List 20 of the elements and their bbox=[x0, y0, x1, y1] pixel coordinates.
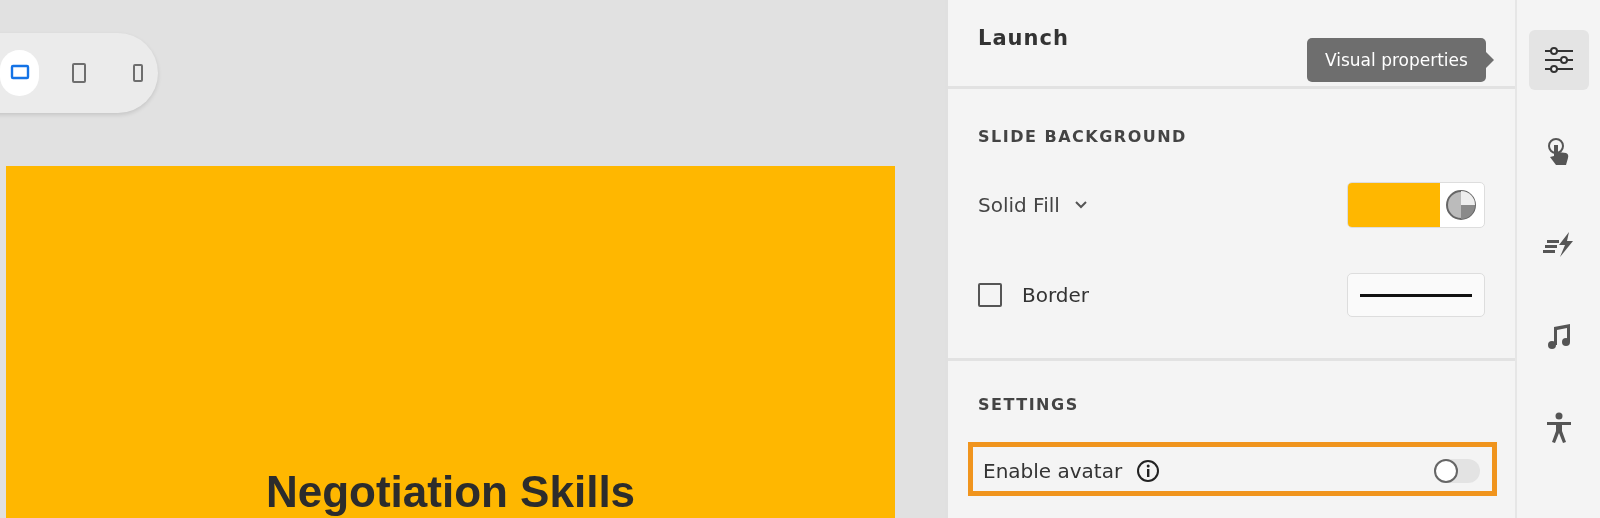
lightning-icon bbox=[1542, 230, 1575, 258]
desktop-view-button[interactable] bbox=[0, 50, 40, 96]
section-heading: SLIDE BACKGROUND bbox=[978, 127, 1188, 146]
border-label: Border bbox=[1022, 283, 1090, 307]
section-heading: SETTINGS bbox=[978, 395, 1080, 414]
sliders-panel-button[interactable] bbox=[1528, 30, 1589, 90]
fill-type-dropdown[interactable]: Solid Fill bbox=[978, 193, 1088, 217]
tooltip-pointer-icon bbox=[1485, 52, 1494, 68]
color-swatch[interactable] bbox=[1347, 182, 1485, 228]
chevron-down-icon bbox=[1073, 200, 1088, 210]
tooltip: Visual properties bbox=[1307, 38, 1486, 82]
color-wheel-icon bbox=[1444, 188, 1478, 222]
slide-title: Negotiation Skills bbox=[265, 467, 636, 518]
panel-title: Launch bbox=[978, 26, 1069, 50]
avatar-toggle[interactable] bbox=[1434, 459, 1480, 483]
avatar-label: Enable avatar bbox=[983, 459, 1123, 483]
info-icon[interactable] bbox=[1136, 459, 1161, 483]
border-style-picker[interactable] bbox=[1347, 273, 1485, 317]
border-checkbox[interactable] bbox=[978, 283, 1002, 307]
sliders-icon bbox=[1542, 46, 1575, 74]
